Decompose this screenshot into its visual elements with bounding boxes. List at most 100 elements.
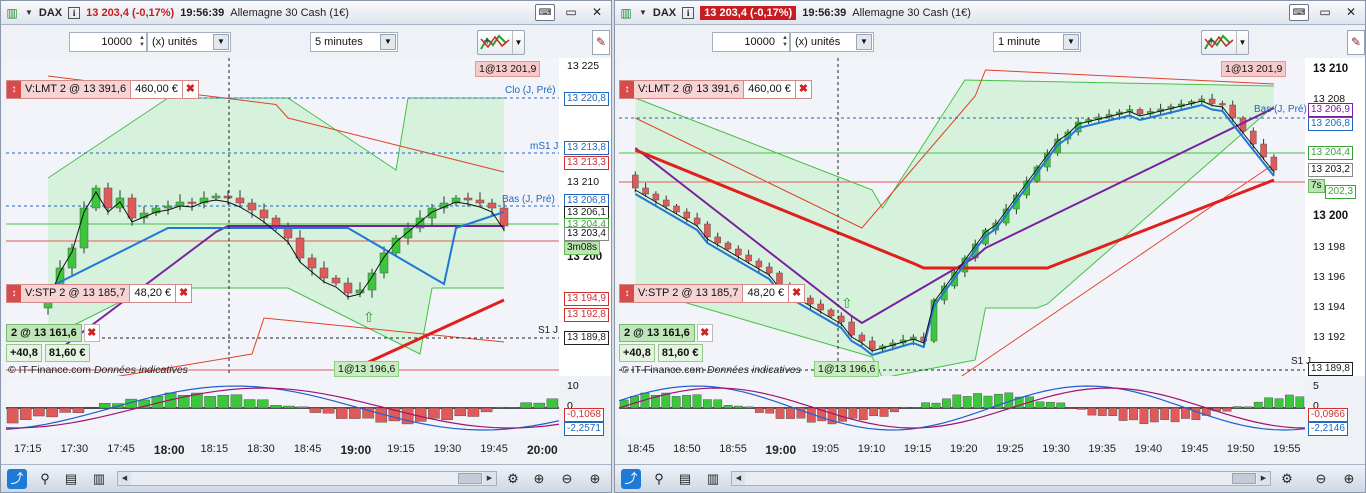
chevron-down-icon[interactable]: ▼ (856, 34, 872, 50)
histogram-bar (1108, 407, 1118, 416)
order-stop[interactable]: ↕ V:STP 2 @ 13 185,7 48,20 € ✖ (6, 284, 193, 303)
x-tick: 19:15 (387, 443, 415, 455)
chart-icon[interactable]: ▥ (5, 6, 19, 20)
share-icon[interactable]: ⤴ (621, 469, 641, 489)
chevron-down-icon[interactable]: ▼ (1236, 31, 1248, 54)
timeframe-select[interactable]: 5 minutes ▼ (310, 32, 398, 52)
quantity-input[interactable]: 10000 ▲ ▼ (69, 32, 147, 52)
tools-icon[interactable]: ⚲ (649, 469, 669, 489)
indicator-panel[interactable] (618, 378, 1306, 437)
histogram-bar (283, 405, 295, 409)
zoom-out-icon[interactable]: ⊖ (1311, 469, 1331, 489)
close-position-icon[interactable]: ✖ (696, 324, 713, 342)
pencil-icon[interactable]: ✎ (592, 30, 610, 55)
time-axis[interactable]: 18:45 18:50 18:55 19:00 19:05 19:10 19:15 19:20… (619, 438, 1305, 462)
timeframe-select[interactable]: 1 minute ▼ (993, 32, 1081, 52)
close-icon[interactable]: ✕ (587, 4, 607, 21)
cancel-order-icon[interactable]: ✖ (175, 285, 191, 302)
indicator-panel[interactable] (5, 378, 560, 437)
keyboard-icon[interactable]: ⌨ (535, 4, 555, 21)
histogram-bar (309, 407, 322, 413)
y-tick: 13 210 (567, 176, 600, 188)
level-label-s1: S1 J (538, 325, 559, 336)
order-limit[interactable]: ↕ V:LMT 2 @ 13 391,6 460,00 € ✖ (619, 80, 812, 99)
scroll-right-icon[interactable]: ▶ (1257, 472, 1270, 485)
indicator-tool-button[interactable]: + ▼ (477, 30, 525, 55)
chevron-down-icon[interactable]: ▼ (25, 8, 33, 17)
close-position-icon[interactable]: ✖ (83, 324, 100, 342)
order-limit[interactable]: ↕ V:LMT 2 @ 13 391,6 460,00 € ✖ (6, 80, 199, 99)
y-tick: 13 194 (1313, 301, 1346, 313)
histogram-bar (879, 407, 889, 417)
minimize-icon[interactable]: ▭ (561, 4, 581, 21)
cancel-order-icon[interactable]: ✖ (788, 285, 804, 302)
symbol-name[interactable]: DAX (39, 7, 62, 19)
cancel-order-icon[interactable]: ✖ (181, 81, 198, 98)
quantity-input[interactable]: 10000 ▲ ▼ (712, 32, 790, 52)
columns-icon[interactable]: ▥ (89, 469, 109, 489)
unit-select[interactable]: (x) unités ▼ (147, 32, 231, 52)
scroll-right-icon[interactable]: ▶ (483, 472, 496, 485)
bollinger-band-area (635, 80, 1274, 376)
quantity-stepper[interactable]: ▲ ▼ (139, 35, 145, 49)
indicator-tick: 10 (567, 380, 579, 392)
histogram-bar (921, 402, 931, 409)
histogram-bar (1243, 406, 1253, 409)
zoom-out-icon[interactable]: ⊖ (557, 469, 577, 489)
zoom-in-icon[interactable]: ⊕ (585, 469, 605, 489)
drag-handle-icon[interactable]: ↕ (620, 81, 634, 98)
cancel-order-icon[interactable]: ✖ (794, 81, 811, 98)
quote-time: 19:56:39 (180, 6, 225, 19)
minimize-icon[interactable]: ▭ (1315, 4, 1335, 21)
share-icon[interactable]: ⤴ (7, 469, 27, 489)
chart-scrollbar[interactable]: ◀ ▶ (117, 471, 497, 486)
unit-select[interactable]: (x) unités ▼ (790, 32, 874, 52)
chevron-down-icon[interactable]: ▼ (512, 31, 524, 54)
info-icon[interactable]: i (682, 6, 695, 19)
zoom-in-icon[interactable]: ⊕ (1339, 469, 1359, 489)
chart-icon[interactable]: ▥ (619, 6, 633, 20)
time-axis[interactable]: 17:15 17:30 17:45 18:00 18:15 18:30 18:45 19:00… (6, 438, 559, 462)
chart-scrollbar[interactable]: ◀ ▶ (731, 471, 1271, 486)
order-stop[interactable]: ↕ V:STP 2 @ 13 185,7 48,20 € ✖ (619, 284, 806, 303)
close-icon[interactable]: ✕ (1341, 4, 1361, 21)
scroll-thumb[interactable] (458, 473, 482, 484)
histogram-bar (983, 395, 993, 409)
chart-type-icon[interactable]: ⚙ (503, 469, 523, 489)
pencil-icon[interactable]: ✎ (1347, 30, 1365, 55)
position-tag[interactable]: 2 @ 13 161,6 ✖ (6, 324, 100, 342)
scroll-left-icon[interactable]: ◀ (118, 472, 131, 485)
trade-marker-bottom: 1@13 196,6 (334, 361, 400, 377)
chevron-down-icon[interactable]: ▼ (380, 34, 396, 50)
indicator-tool-button[interactable]: + ▼ (1201, 30, 1249, 55)
quantity-stepper[interactable]: ▲ ▼ (782, 35, 788, 49)
instrument-name: Allemagne 30 Cash (1€) (230, 6, 349, 19)
histogram-bar (1139, 407, 1149, 424)
info-icon[interactable]: i (68, 6, 81, 19)
columns-icon[interactable]: ▥ (703, 469, 723, 489)
zoom-fit-icon[interactable]: ⊕ (529, 469, 549, 489)
drag-handle-icon[interactable]: ↕ (620, 285, 634, 302)
candle-timer: 7s (1308, 179, 1325, 193)
chart-type-icon[interactable]: ⚙ (1277, 469, 1297, 489)
position-tag[interactable]: 2 @ 13 161,6 ✖ (619, 324, 713, 342)
drag-handle-icon[interactable]: ↕ (7, 285, 21, 302)
tools-icon[interactable]: ⚲ (35, 469, 55, 489)
chevron-down-icon[interactable]: ▼ (213, 34, 229, 50)
x-tick: 19:45 (1180, 443, 1209, 455)
keyboard-icon[interactable]: ⌨ (1289, 4, 1309, 21)
chevron-down-icon[interactable]: ▼ (639, 8, 647, 17)
report-icon[interactable]: ▤ (61, 469, 81, 489)
report-icon[interactable]: ▤ (675, 469, 695, 489)
level-value-ma2: 13 204,4 (1308, 146, 1353, 160)
level-label-bas: Bas (J, Pré) (502, 194, 555, 205)
symbol-name[interactable]: DAX (653, 7, 676, 19)
histogram-bar (1253, 401, 1263, 409)
histogram-bar (702, 399, 712, 409)
chevron-down-icon[interactable]: ▼ (1063, 34, 1079, 50)
drag-handle-icon[interactable]: ↕ (7, 81, 21, 98)
scroll-left-icon[interactable]: ◀ (732, 472, 745, 485)
price-chart[interactable]: ⇧ (619, 58, 1305, 376)
scroll-thumb[interactable] (1232, 473, 1256, 484)
x-tick: 19:30 (433, 443, 462, 455)
